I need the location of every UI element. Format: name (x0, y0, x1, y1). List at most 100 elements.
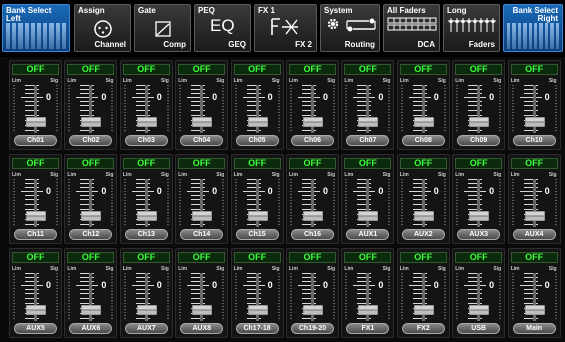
fader-knob[interactable] (413, 211, 434, 221)
channel-strip[interactable]: OFF Lim Sig 0 USB (452, 248, 506, 338)
channel-strip[interactable]: OFF Lim Sig 0 AUX4 (507, 154, 561, 244)
channel-strip[interactable]: OFF Lim Sig 0 Ch08 (396, 60, 450, 150)
mute-off-button[interactable]: OFF (67, 64, 115, 75)
peq-geq-button[interactable]: PEQ EQ GEQ (194, 4, 251, 52)
mute-off-button[interactable]: OFF (399, 64, 447, 75)
fader-knob[interactable] (247, 117, 268, 127)
channel-strip[interactable]: OFF Lim Sig 0 Ch17-18 (230, 248, 284, 338)
channel-name-button[interactable]: Ch07 (346, 135, 390, 146)
mute-off-button[interactable]: OFF (344, 158, 392, 169)
channel-name-button[interactable]: AUX3 (457, 229, 501, 240)
fader-knob[interactable] (358, 211, 379, 221)
channel-name-button[interactable]: FX1 (346, 323, 390, 334)
mute-off-button[interactable]: OFF (12, 252, 59, 263)
fader-knob[interactable] (469, 305, 490, 315)
channel-name-button[interactable]: USB (457, 323, 501, 334)
fader-knob[interactable] (81, 117, 102, 127)
mute-off-button[interactable]: OFF (233, 252, 281, 263)
mute-off-button[interactable]: OFF (455, 158, 503, 169)
mute-off-button[interactable]: OFF (122, 64, 170, 75)
fader-knob[interactable] (26, 117, 46, 127)
channel-strip[interactable]: OFF Lim Sig 0 Main (507, 248, 561, 338)
channel-strip[interactable]: OFF Lim Sig 0 Ch10 (507, 60, 561, 150)
fader-knob[interactable] (192, 211, 213, 221)
mute-off-button[interactable]: OFF (122, 158, 170, 169)
channel-strip[interactable]: OFF Lim Sig 0 Ch19-20 (286, 248, 339, 338)
mute-off-button[interactable]: OFF (344, 252, 392, 263)
channel-name-button[interactable]: Ch10 (512, 135, 556, 146)
mute-off-button[interactable]: OFF (510, 252, 558, 263)
fader-knob[interactable] (247, 305, 268, 315)
mute-off-button[interactable]: OFF (233, 64, 281, 75)
fader-knob[interactable] (26, 211, 46, 221)
channel-name-button[interactable]: Ch12 (69, 229, 113, 240)
channel-name-button[interactable]: AUX8 (180, 323, 224, 334)
fader-knob[interactable] (192, 117, 213, 127)
channel-name-button[interactable]: Ch16 (291, 229, 334, 240)
fader-knob[interactable] (469, 117, 490, 127)
channel-name-button[interactable]: Ch14 (180, 229, 224, 240)
fader-knob[interactable] (136, 305, 157, 315)
mute-off-button[interactable]: OFF (510, 158, 558, 169)
channel-strip[interactable]: OFF Lim Sig 0 Ch09 (452, 60, 506, 150)
fader-knob[interactable] (136, 117, 157, 127)
mute-off-button[interactable]: OFF (344, 64, 392, 75)
channel-strip[interactable]: OFF Lim Sig 0 Ch15 (230, 154, 284, 244)
mute-off-button[interactable]: OFF (510, 64, 558, 75)
channel-strip[interactable]: OFF Lim Sig 0 AUX2 (396, 154, 450, 244)
fader-knob[interactable] (136, 211, 157, 221)
channel-name-button[interactable]: Ch04 (180, 135, 224, 146)
channel-strip[interactable]: OFF Lim Sig 0 Ch03 (119, 60, 173, 150)
channel-strip[interactable]: OFF Lim Sig 0 AUX3 (452, 154, 506, 244)
bank-select-right-button[interactable]: Bank Select Right (503, 4, 563, 52)
channel-strip[interactable]: OFF Lim Sig 0 Ch12 (64, 154, 118, 244)
mute-off-button[interactable]: OFF (399, 252, 447, 263)
fader-knob[interactable] (358, 117, 379, 127)
channel-name-button[interactable]: FX2 (401, 323, 445, 334)
channel-strip[interactable]: OFF Lim Sig 0 AUX6 (64, 248, 118, 338)
mute-off-button[interactable]: OFF (289, 252, 336, 263)
channel-name-button[interactable]: AUX6 (69, 323, 113, 334)
channel-strip[interactable]: OFF Lim Sig 0 AUX7 (119, 248, 173, 338)
bank-select-left-button[interactable]: Bank Select Left (2, 4, 70, 52)
channel-strip[interactable]: OFF Lim Sig 0 Ch11 (9, 154, 62, 244)
fader-knob[interactable] (413, 117, 434, 127)
channel-name-button[interactable]: AUX5 (14, 323, 57, 334)
mute-off-button[interactable]: OFF (178, 64, 226, 75)
channel-name-button[interactable]: AUX1 (346, 229, 390, 240)
channel-name-button[interactable]: Ch03 (124, 135, 168, 146)
channel-name-button[interactable]: Ch02 (69, 135, 113, 146)
channel-name-button[interactable]: Ch19-20 (291, 323, 334, 334)
channel-strip[interactable]: OFF Lim Sig 0 Ch13 (119, 154, 173, 244)
channel-name-button[interactable]: Main (512, 323, 556, 334)
fader-knob[interactable] (413, 305, 434, 315)
channel-strip[interactable]: OFF Lim Sig 0 AUX1 (341, 154, 395, 244)
channel-strip[interactable]: OFF Lim Sig 0 Ch16 (286, 154, 339, 244)
channel-name-button[interactable]: AUX4 (512, 229, 556, 240)
channel-strip[interactable]: OFF Lim Sig 0 AUX5 (9, 248, 62, 338)
channel-strip[interactable]: OFF Lim Sig 0 FX1 (341, 248, 395, 338)
fader-knob[interactable] (81, 305, 102, 315)
mute-off-button[interactable]: OFF (178, 158, 226, 169)
system-routing-button[interactable]: System Routing (320, 4, 380, 52)
mute-off-button[interactable]: OFF (12, 158, 59, 169)
fader-knob[interactable] (303, 117, 323, 127)
long-faders-button[interactable]: Long Faders (443, 4, 500, 52)
mute-off-button[interactable]: OFF (233, 158, 281, 169)
fader-knob[interactable] (81, 211, 102, 221)
mute-off-button[interactable]: OFF (289, 158, 336, 169)
fader-knob[interactable] (192, 305, 213, 315)
fader-knob[interactable] (303, 305, 323, 315)
channel-name-button[interactable]: Ch06 (291, 135, 334, 146)
mute-off-button[interactable]: OFF (289, 64, 336, 75)
channel-strip[interactable]: OFF Lim Sig 0 AUX8 (175, 248, 229, 338)
fader-knob[interactable] (26, 305, 46, 315)
mute-off-button[interactable]: OFF (178, 252, 226, 263)
fader-knob[interactable] (247, 211, 268, 221)
channel-name-button[interactable]: Ch13 (124, 229, 168, 240)
fader-knob[interactable] (303, 211, 323, 221)
channel-name-button[interactable]: Ch11 (14, 229, 57, 240)
channel-name-button[interactable]: AUX2 (401, 229, 445, 240)
channel-name-button[interactable]: AUX7 (124, 323, 168, 334)
mute-off-button[interactable]: OFF (455, 64, 503, 75)
